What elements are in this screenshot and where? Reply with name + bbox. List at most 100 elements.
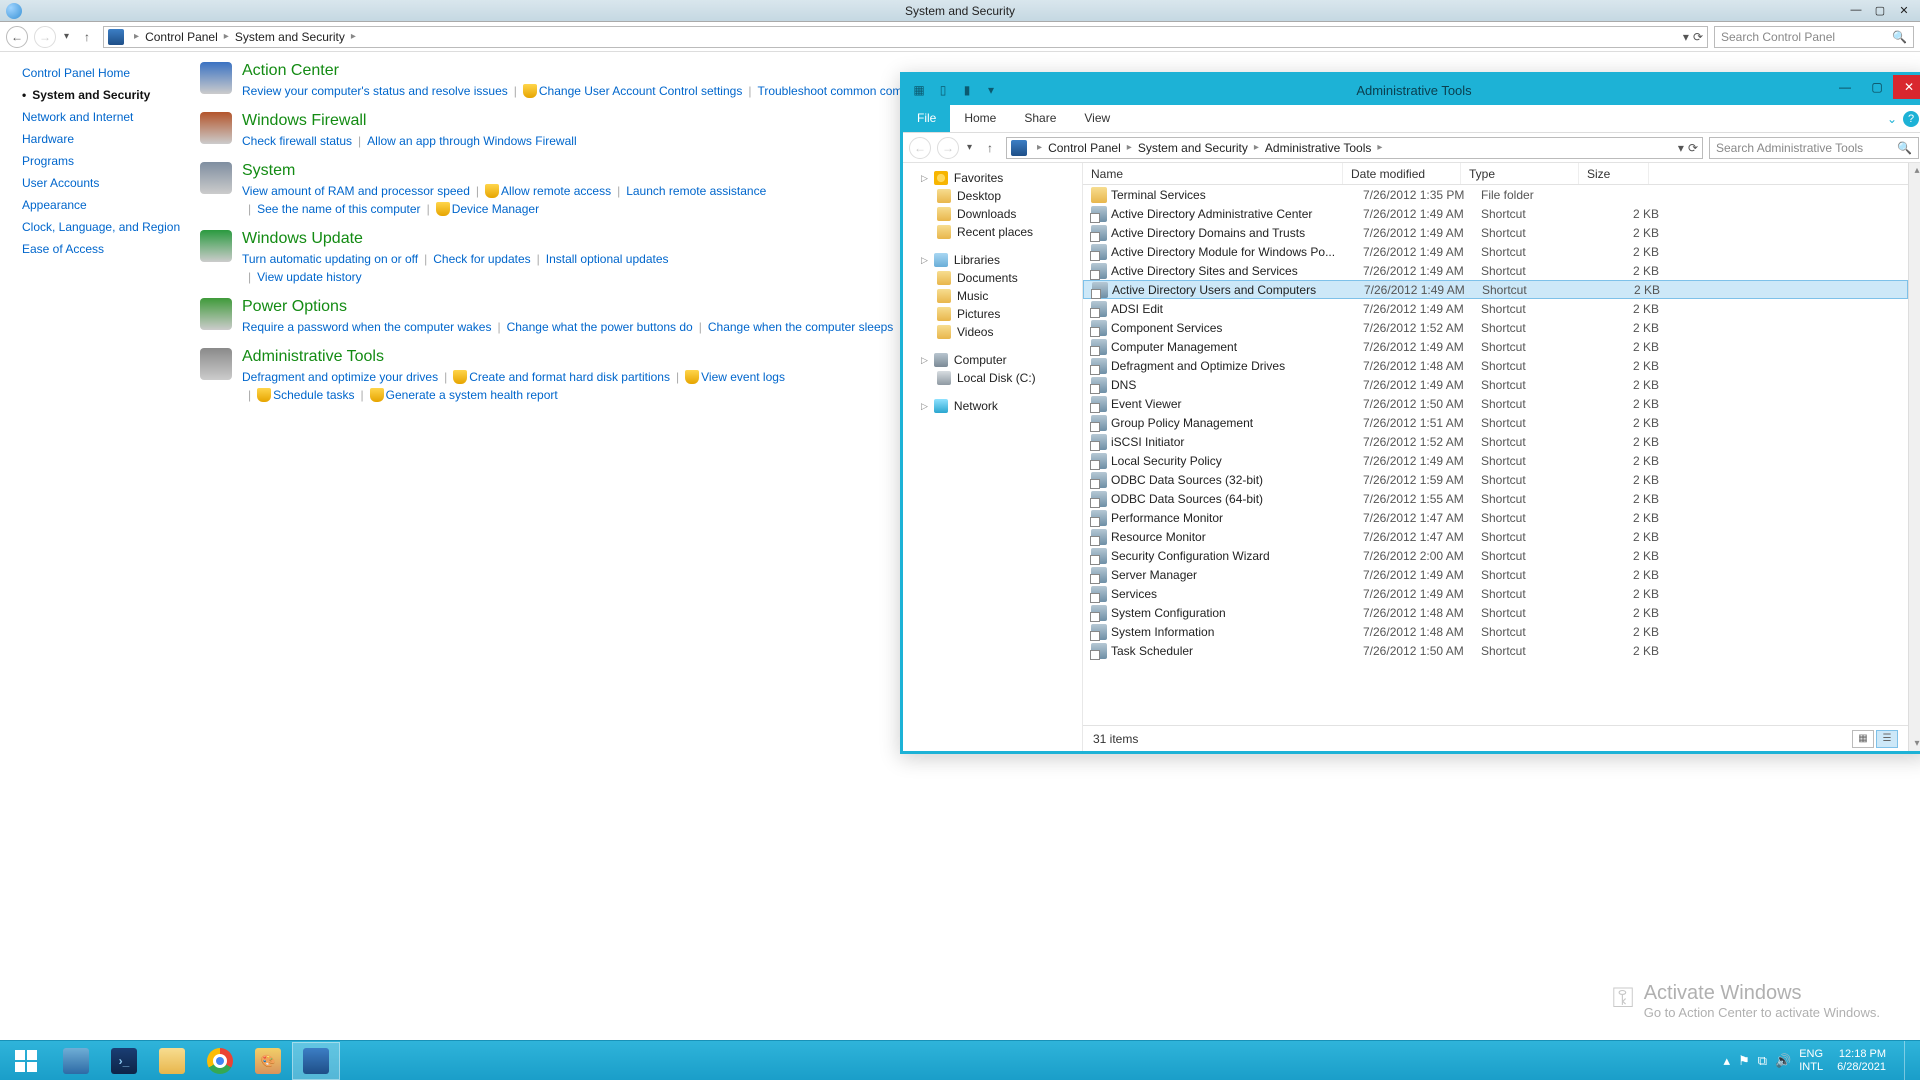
sub-breadcrumb-2[interactable]: Administrative Tools [1265,141,1372,155]
file-row[interactable]: iSCSI Initiator7/26/2012 1:52 AMShortcut… [1083,432,1908,451]
breadcrumb-control-panel[interactable]: Control Panel [145,30,218,44]
file-row[interactable]: Event Viewer7/26/2012 1:50 AMShortcut2 K… [1083,394,1908,413]
minimize-button[interactable]: — [1844,1,1868,19]
task-link[interactable]: Defragment and optimize your drives [242,370,438,384]
section-title[interactable]: Administrative Tools [242,348,785,366]
scrollbar[interactable]: ▴ ▾ [1908,163,1920,751]
task-link[interactable]: Change User Account Control settings [539,84,742,98]
breadcrumb-bar[interactable]: ▸ Control Panel ▸ System and Security ▸ … [103,26,1708,48]
sub-refresh-icon[interactable]: ⟳ [1688,141,1698,155]
taskbar-control-panel[interactable] [292,1042,340,1080]
ribbon-tab-share[interactable]: Share [1010,105,1070,132]
task-link[interactable]: View update history [257,270,362,284]
ribbon-tab-home[interactable]: Home [950,105,1010,132]
nav-group-header[interactable]: ▷Libraries [903,251,1082,269]
nav-item[interactable]: Recent places [903,223,1082,241]
sub-breadcrumb-1[interactable]: System and Security [1138,141,1248,155]
sidebar-item[interactable]: System and Security [22,88,200,102]
file-row[interactable]: Server Manager7/26/2012 1:49 AMShortcut2… [1083,565,1908,584]
view-large-icons[interactable]: ▦ [1852,730,1874,748]
forward-button[interactable]: → [34,26,56,48]
scroll-down-icon[interactable]: ▾ [1914,738,1919,749]
tray-clock[interactable]: 12:18 PM 6/28/2021 [1831,1048,1892,1074]
sub-address-dropdown-icon[interactable]: ▾ [1678,141,1684,155]
task-link[interactable]: Check firewall status [242,134,352,148]
file-row[interactable]: ODBC Data Sources (64-bit)7/26/2012 1:55… [1083,489,1908,508]
file-row[interactable]: Active Directory Users and Computers7/26… [1083,280,1908,299]
nav-group-header[interactable]: ▷Network [903,397,1082,415]
maximize-button[interactable]: ▢ [1868,1,1892,19]
start-button[interactable] [2,1042,50,1080]
sidebar-item[interactable]: Hardware [22,132,200,146]
task-link[interactable]: Allow remote access [501,184,611,198]
sidebar-item[interactable]: Programs [22,154,200,168]
file-row[interactable]: Terminal Services7/26/2012 1:35 PMFile f… [1083,185,1908,204]
file-row[interactable]: Performance Monitor7/26/2012 1:47 AMShor… [1083,508,1908,527]
nav-item[interactable]: Local Disk (C:) [903,369,1082,387]
sub-breadcrumb-bar[interactable]: ▸ Control Panel ▸ System and Security ▸ … [1006,137,1703,159]
task-link[interactable]: Check for updates [433,252,530,266]
nav-item[interactable]: Videos [903,323,1082,341]
file-row[interactable]: Group Policy Management7/26/2012 1:51 AM… [1083,413,1908,432]
file-row[interactable]: Task Scheduler7/26/2012 1:50 AMShortcut2… [1083,641,1908,660]
breadcrumb-system-security[interactable]: System and Security [235,30,345,44]
qa-system-menu[interactable]: ▦ [909,80,929,100]
refresh-icon[interactable]: ⟳ [1693,30,1703,44]
sub-maximize-button[interactable]: ▢ [1861,75,1893,99]
task-link[interactable]: Schedule tasks [273,388,354,402]
nav-item[interactable]: Downloads [903,205,1082,223]
taskbar-paint[interactable]: 🎨 [244,1042,292,1080]
sidebar-item[interactable]: Control Panel Home [22,66,200,80]
view-details[interactable]: ☰ [1876,730,1898,748]
sidebar-item[interactable]: Ease of Access [22,242,200,256]
tray-volume-icon[interactable]: 🔊 [1775,1053,1791,1069]
section-title[interactable]: Action Center [242,62,982,80]
file-row[interactable]: Defragment and Optimize Drives7/26/2012 … [1083,356,1908,375]
nav-item[interactable]: Music [903,287,1082,305]
sidebar-item[interactable]: Clock, Language, and Region [22,220,200,234]
show-desktop-button[interactable] [1904,1041,1914,1081]
taskbar-server-manager[interactable] [52,1042,100,1080]
task-link[interactable]: Create and format hard disk partitions [469,370,670,384]
file-row[interactable]: Component Services7/26/2012 1:52 AMShort… [1083,318,1908,337]
nav-item[interactable]: Pictures [903,305,1082,323]
sub-back-button[interactable]: ← [909,137,931,159]
column-size[interactable]: Size [1579,163,1649,184]
sidebar-item[interactable]: Appearance [22,198,200,212]
task-link[interactable]: Require a password when the computer wak… [242,320,491,334]
task-link[interactable]: Install optional updates [546,252,669,266]
sub-up-button[interactable]: ↑ [980,137,1000,159]
taskbar-powershell[interactable]: ›_ [100,1042,148,1080]
file-row[interactable]: Local Security Policy7/26/2012 1:49 AMSh… [1083,451,1908,470]
nav-item[interactable]: Documents [903,269,1082,287]
section-title[interactable]: Windows Firewall [242,112,577,130]
ribbon-tab-view[interactable]: View [1070,105,1124,132]
tray-show-hidden-icon[interactable]: ▴ [1724,1053,1731,1069]
column-type[interactable]: Type [1461,163,1579,184]
file-row[interactable]: System Information7/26/2012 1:48 AMShort… [1083,622,1908,641]
task-link[interactable]: Review your computer's status and resolv… [242,84,508,98]
ribbon-tab-file[interactable]: File [903,105,950,132]
tray-flag-icon[interactable]: ⚑ [1738,1053,1750,1069]
sub-breadcrumb-0[interactable]: Control Panel [1048,141,1121,155]
file-row[interactable]: Active Directory Module for Windows Po..… [1083,242,1908,261]
sub-history-dropdown[interactable]: ▾ [965,142,974,153]
file-row[interactable]: ADSI Edit7/26/2012 1:49 AMShortcut2 KB [1083,299,1908,318]
sub-minimize-button[interactable]: — [1829,75,1861,99]
file-row[interactable]: Security Configuration Wizard7/26/2012 2… [1083,546,1908,565]
task-link[interactable]: Device Manager [452,202,539,216]
sidebar-item[interactable]: Network and Internet [22,110,200,124]
file-row[interactable]: Active Directory Administrative Center7/… [1083,204,1908,223]
column-name[interactable]: Name [1083,163,1343,184]
history-dropdown[interactable]: ▾ [62,31,71,42]
nav-group-header[interactable]: ▷Favorites [903,169,1082,187]
back-button[interactable]: ← [6,26,28,48]
qa-customize[interactable]: ▾ [981,80,1001,100]
scroll-up-icon[interactable]: ▴ [1914,165,1919,176]
tray-language[interactable]: ENG INTL [1799,1048,1823,1074]
qa-properties[interactable]: ▯ [933,80,953,100]
file-row[interactable]: Computer Management7/26/2012 1:49 AMShor… [1083,337,1908,356]
task-link[interactable]: See the name of this computer [257,202,420,216]
section-title[interactable]: System [242,162,766,180]
column-date[interactable]: Date modified [1343,163,1461,184]
